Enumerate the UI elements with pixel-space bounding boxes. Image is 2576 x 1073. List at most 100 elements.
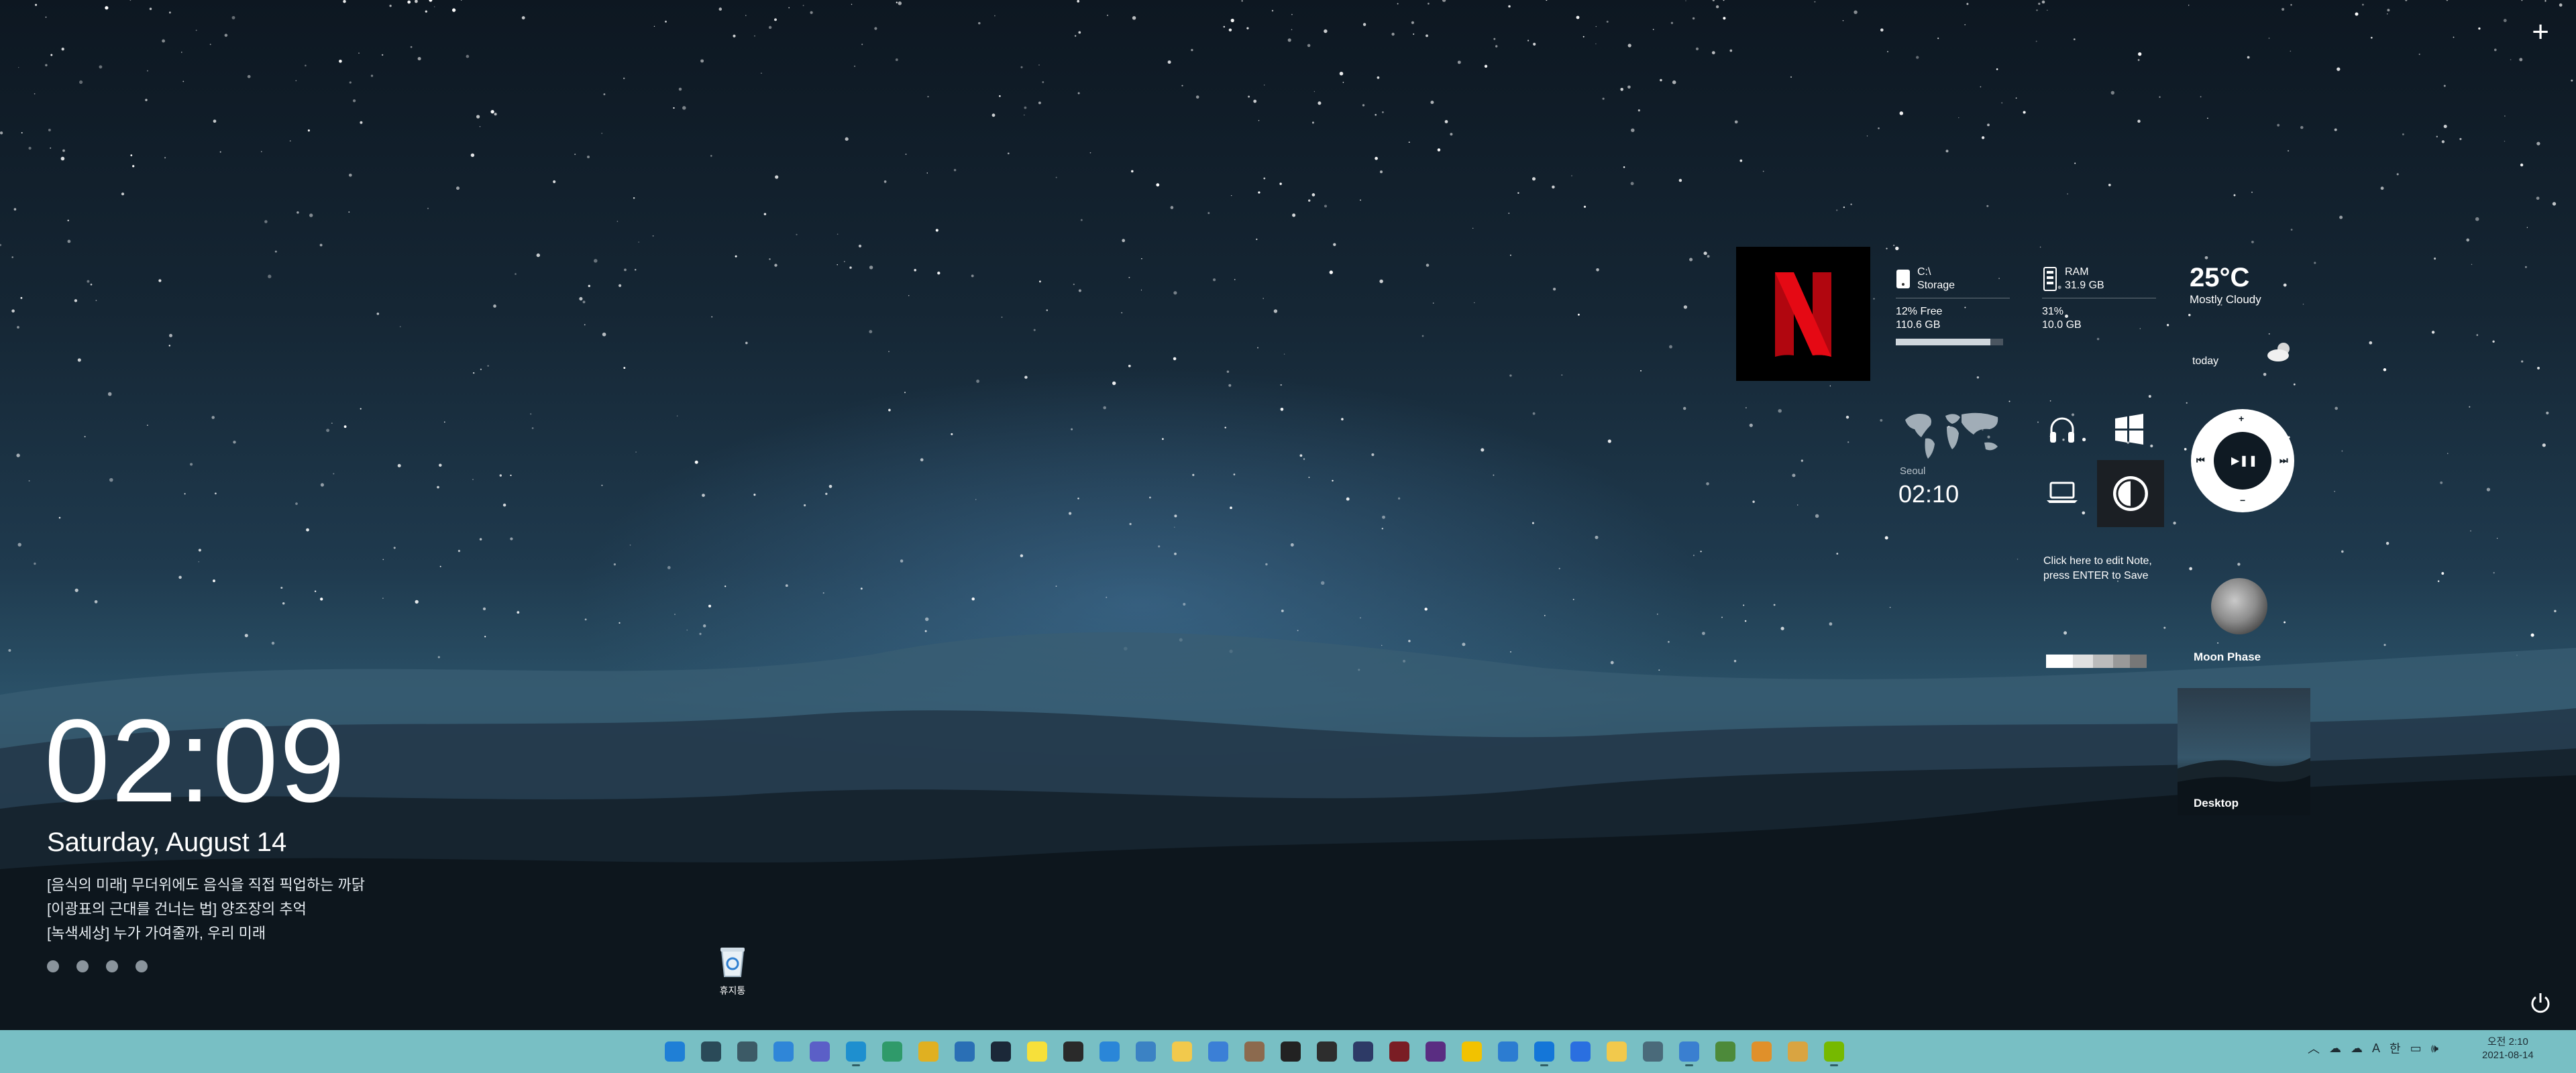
star bbox=[531, 427, 534, 429]
page-dot[interactable] bbox=[106, 960, 118, 972]
star bbox=[28, 146, 32, 150]
taskbar-app-openai[interactable] bbox=[1312, 1037, 1342, 1066]
taskbar-app-chrome[interactable] bbox=[914, 1037, 943, 1066]
star bbox=[2552, 202, 2557, 206]
taskbar-app-edge-dev[interactable] bbox=[877, 1037, 907, 1066]
taskbar-app-steam[interactable] bbox=[986, 1037, 1016, 1066]
recycle-bin-shortcut[interactable]: 휴지통 bbox=[712, 944, 753, 997]
taskbar-app-store[interactable] bbox=[950, 1037, 979, 1066]
news-headline[interactable]: [녹색세상] 누가 가여줄까, 우리 미래 bbox=[47, 921, 266, 943]
star bbox=[224, 34, 228, 37]
netflix-tile[interactable] bbox=[1736, 247, 1870, 381]
media-player-wheel[interactable]: + − ⏮ ⏭ ▶❚❚ bbox=[2191, 409, 2294, 512]
taskbar-app-nvidia[interactable] bbox=[1819, 1037, 1849, 1066]
page-dot[interactable] bbox=[76, 960, 89, 972]
star bbox=[1103, 406, 1106, 410]
ime-mode[interactable]: A bbox=[2372, 1041, 2380, 1056]
news-headline[interactable]: [음식의 미래] 무더위에도 음식을 직접 픽업하는 까닭 bbox=[47, 873, 365, 895]
taskbar-app-file-explorer[interactable] bbox=[1167, 1037, 1197, 1066]
volume-icon[interactable]: 🕪 bbox=[2431, 1041, 2438, 1056]
onedrive-icon[interactable]: ☁ bbox=[2329, 1041, 2341, 1056]
taskbar-app-app-orange[interactable] bbox=[1747, 1037, 1776, 1066]
power-icon[interactable] bbox=[2529, 991, 2552, 1014]
star bbox=[774, 264, 777, 267]
star bbox=[1411, 21, 1414, 24]
star bbox=[433, 6, 435, 7]
volume-down-button[interactable]: − bbox=[2240, 495, 2245, 506]
network-icon[interactable]: ▭ bbox=[2410, 1041, 2422, 1056]
news-headline[interactable]: [이광표의 근대를 건너는 법] 양조장의 추억 bbox=[47, 897, 307, 919]
storage-widget[interactable]: C:\ Storage 12% Free 110.6 GB bbox=[1896, 266, 2010, 345]
taskbar-app-task-view[interactable] bbox=[733, 1037, 762, 1066]
star bbox=[1382, 111, 1384, 113]
taskbar-app-edge[interactable] bbox=[841, 1037, 871, 1066]
star bbox=[1958, 117, 1960, 119]
ime-language[interactable]: 한 bbox=[2390, 1039, 2401, 1057]
taskbar-app-start[interactable] bbox=[660, 1037, 690, 1066]
taskbar-app-network[interactable] bbox=[1131, 1037, 1161, 1066]
taskbar-app-search[interactable] bbox=[696, 1037, 726, 1066]
windows-shortcut[interactable] bbox=[2109, 409, 2149, 449]
calendar-icon bbox=[1498, 1041, 1518, 1062]
star bbox=[490, 109, 494, 114]
star bbox=[13, 208, 17, 211]
oculus-icon bbox=[1281, 1041, 1301, 1062]
cloud-icon[interactable]: ☁ bbox=[2351, 1041, 2363, 1056]
taskbar-app-kakaotalk[interactable] bbox=[1022, 1037, 1052, 1066]
volume-up-button[interactable]: + bbox=[2239, 413, 2244, 424]
weather-widget[interactable]: 25°C Mostly Cloudy bbox=[2190, 263, 2297, 306]
system-tray: ︿ ☁ ☁ A 한 ▭ 🕪 bbox=[2308, 1039, 2438, 1057]
ram-widget[interactable]: RAM 31.9 GB 31% 10.0 GB bbox=[2042, 266, 2156, 332]
taskbar-app-oculus[interactable] bbox=[1276, 1037, 1305, 1066]
taskbar-clock[interactable]: 오전 2:10 2021-08-14 bbox=[2482, 1035, 2534, 1062]
star bbox=[78, 80, 83, 84]
moon-phase-label: Moon Phase bbox=[2194, 651, 2261, 663]
theme-toggle-tile[interactable] bbox=[2097, 460, 2164, 527]
page-dot[interactable] bbox=[47, 960, 59, 972]
show-hidden-icons-chevron-icon[interactable]: ︿ bbox=[2308, 1039, 2320, 1057]
taskbar-app-kakao-player[interactable] bbox=[1602, 1037, 1631, 1066]
headphones-shortcut[interactable] bbox=[2042, 409, 2082, 449]
taskbar-app-teams[interactable] bbox=[805, 1037, 835, 1066]
note-color-strip[interactable] bbox=[2046, 655, 2147, 668]
star bbox=[510, 474, 512, 476]
taskbar-app-browser[interactable] bbox=[1674, 1037, 1704, 1066]
star bbox=[1038, 280, 1041, 283]
ram-icon bbox=[2043, 267, 2057, 291]
star bbox=[1078, 289, 1081, 292]
taskbar-app-teamviewer[interactable] bbox=[1529, 1037, 1559, 1066]
taskbar-app-mail[interactable] bbox=[1203, 1037, 1233, 1066]
taskbar-app-valorant[interactable] bbox=[1385, 1037, 1414, 1066]
taskbar-app-epic-games[interactable] bbox=[1059, 1037, 1088, 1066]
star bbox=[1790, 76, 1792, 78]
taskbar-app-folder-app[interactable] bbox=[1783, 1037, 1813, 1066]
taskbar-app-app-store[interactable] bbox=[1095, 1037, 1124, 1066]
news-page-dots[interactable] bbox=[47, 960, 148, 972]
taskbar-app-potplayer[interactable] bbox=[1457, 1037, 1487, 1066]
laptop-shortcut[interactable] bbox=[2042, 472, 2082, 512]
star bbox=[2486, 488, 2491, 492]
taskbar-app-photos[interactable] bbox=[1240, 1037, 1269, 1066]
star bbox=[874, 27, 877, 30]
next-track-button[interactable]: ⏭ bbox=[2279, 455, 2288, 466]
ram-total: 31.9 GB bbox=[2065, 280, 2104, 291]
add-widget-button[interactable]: + bbox=[2532, 17, 2549, 47]
star bbox=[2035, 40, 2037, 42]
star bbox=[1257, 347, 1258, 349]
play-pause-button[interactable]: ▶❚❚ bbox=[2214, 432, 2271, 490]
note-widget[interactable]: Click here to edit Note, press ENTER to … bbox=[2043, 554, 2157, 583]
taskbar-app-nexon[interactable] bbox=[1421, 1037, 1450, 1066]
star bbox=[624, 268, 627, 272]
taskbar-app-minecraft[interactable] bbox=[1711, 1037, 1740, 1066]
page-dot[interactable] bbox=[136, 960, 148, 972]
star bbox=[1128, 364, 1131, 368]
previous-track-button[interactable]: ⏮ bbox=[2196, 455, 2205, 466]
taskbar-app-calendar[interactable] bbox=[1493, 1037, 1523, 1066]
star bbox=[653, 25, 655, 27]
taskbar-app-discord[interactable] bbox=[1348, 1037, 1378, 1066]
taskbar-app-messenger[interactable] bbox=[1566, 1037, 1595, 1066]
star bbox=[1484, 64, 1488, 68]
taskbar-app-widgets[interactable] bbox=[769, 1037, 798, 1066]
taskbar-app-settings[interactable] bbox=[1638, 1037, 1668, 1066]
star bbox=[1854, 10, 1858, 14]
